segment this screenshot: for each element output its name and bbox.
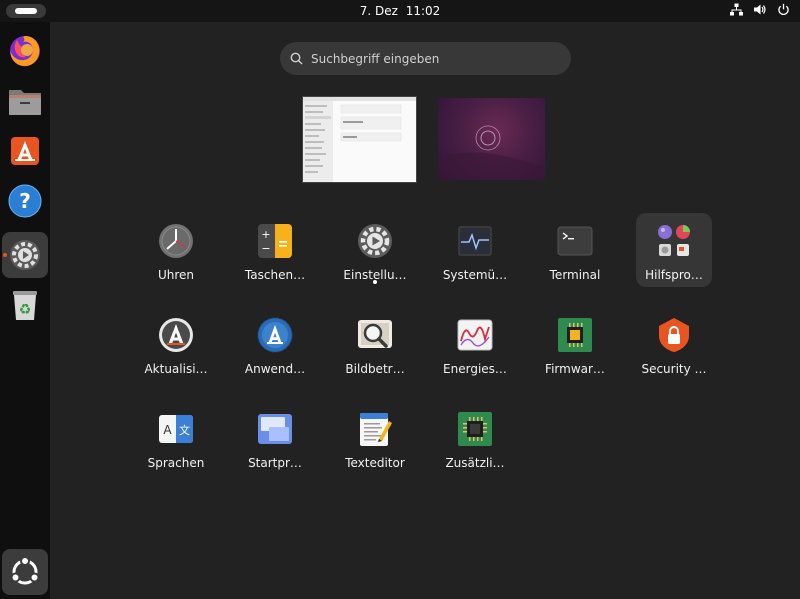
trash-icon: ♻ <box>13 291 37 320</box>
firefox-icon <box>10 36 40 67</box>
help-icon: ? <box>8 184 42 218</box>
volume-icon <box>754 4 766 15</box>
security-icon <box>655 316 693 354</box>
software-sources-icon <box>256 316 294 354</box>
app-language-support[interactable]: A 文 Sprachen <box>138 401 214 475</box>
date-label: 7. Dez <box>359 4 398 18</box>
svg-text:♻: ♻ <box>19 302 32 318</box>
search-input[interactable]: Suchbegriff eingeben <box>280 42 571 75</box>
app-label: Systemü… <box>442 268 508 282</box>
app-software-sources[interactable]: Anwend… <box>237 307 313 381</box>
settings-window-preview <box>303 97 416 182</box>
dock-help[interactable]: ? <box>2 178 48 224</box>
power-statistics-icon <box>456 316 494 354</box>
additional-drivers-icon <box>456 410 494 448</box>
app-label: Security … <box>641 362 707 376</box>
app-label: Sprachen <box>147 456 205 470</box>
svg-text:+: + <box>261 228 270 241</box>
app-label: Taschen… <box>244 268 306 282</box>
app-label: Startpr… <box>248 456 302 470</box>
workspace-thumbnail-2[interactable] <box>438 98 545 180</box>
svg-text:A: A <box>163 423 172 437</box>
show-apps-icon <box>10 556 40 585</box>
svg-text:?: ? <box>19 189 31 213</box>
app-calculator[interactable]: + − Taschen… <box>237 213 313 287</box>
clock-icon <box>157 222 195 260</box>
settings-icon <box>356 222 394 260</box>
dock-trash[interactable]: ♻ <box>2 282 48 328</box>
time-label: 11:02 <box>405 4 441 18</box>
app-system-monitor[interactable]: Systemü… <box>437 213 513 287</box>
system-tray[interactable] <box>730 3 790 16</box>
app-center-icon <box>11 137 39 165</box>
app-startup-disk-creator[interactable]: Startpr… <box>237 401 313 475</box>
app-label: Texteditor <box>345 456 405 470</box>
dock-show-apps[interactable] <box>2 549 48 595</box>
search-placeholder: Suchbegriff eingeben <box>311 51 440 66</box>
running-indicator <box>373 280 377 284</box>
dock-firefox[interactable] <box>2 28 48 74</box>
svg-text:−: − <box>261 242 270 255</box>
app-security-center[interactable]: Security … <box>636 307 712 381</box>
software-updater-icon <box>157 316 195 354</box>
app-additional-drivers[interactable]: Zusätzli… <box>437 401 513 475</box>
app-terminal[interactable]: Terminal <box>537 213 613 287</box>
app-label: Bildbetr… <box>345 362 405 376</box>
startup-disk-icon <box>256 410 294 448</box>
language-icon: A 文 <box>157 410 195 448</box>
folder-icon <box>655 222 693 260</box>
app-label: Aktualisi… <box>144 362 208 376</box>
app-utilities-folder[interactable]: Hilfspro… <box>636 213 712 287</box>
files-icon <box>9 90 41 115</box>
svg-text:文: 文 <box>179 423 190 437</box>
text-editor-icon <box>356 410 394 448</box>
system-monitor-icon <box>456 222 494 260</box>
app-firmware-updater[interactable]: Firmwar… <box>537 307 613 381</box>
running-indicator <box>3 253 7 257</box>
app-clocks[interactable]: Uhren <box>138 213 214 287</box>
image-viewer-icon <box>356 316 394 354</box>
terminal-icon <box>556 222 594 260</box>
app-label: Anwend… <box>244 362 306 376</box>
app-label: Terminal <box>549 268 601 282</box>
clock-button[interactable]: 7. Dez 11:02 <box>0 0 800 22</box>
app-image-viewer[interactable]: Bildbetr… <box>337 307 413 381</box>
app-power-statistics[interactable]: Energies… <box>437 307 513 381</box>
app-label: Hilfspro… <box>645 268 703 282</box>
app-label: Uhren <box>157 268 195 282</box>
app-settings[interactable]: Einstellu… <box>337 213 413 287</box>
power-icon <box>778 3 789 15</box>
search-icon <box>290 52 303 65</box>
firmware-updater-icon <box>556 316 594 354</box>
workspace-thumbnail-1[interactable] <box>303 97 416 182</box>
dock-files[interactable] <box>2 78 48 124</box>
dock-settings[interactable] <box>2 232 48 278</box>
settings-icon <box>10 240 40 270</box>
app-label: Energies… <box>443 362 507 376</box>
app-label: Zusätzli… <box>445 456 505 470</box>
app-text-editor[interactable]: Texteditor <box>337 401 413 475</box>
network-icon <box>730 3 743 16</box>
dock-app-center[interactable] <box>2 128 48 174</box>
app-label: Firmwar… <box>545 362 605 376</box>
dock: ? ♻ <box>0 22 50 599</box>
wallpaper-preview <box>438 125 545 180</box>
app-software-updater[interactable]: Aktualisi… <box>138 307 214 381</box>
top-bar: 7. Dez 11:02 <box>0 0 800 22</box>
calculator-icon: + − <box>256 222 294 260</box>
